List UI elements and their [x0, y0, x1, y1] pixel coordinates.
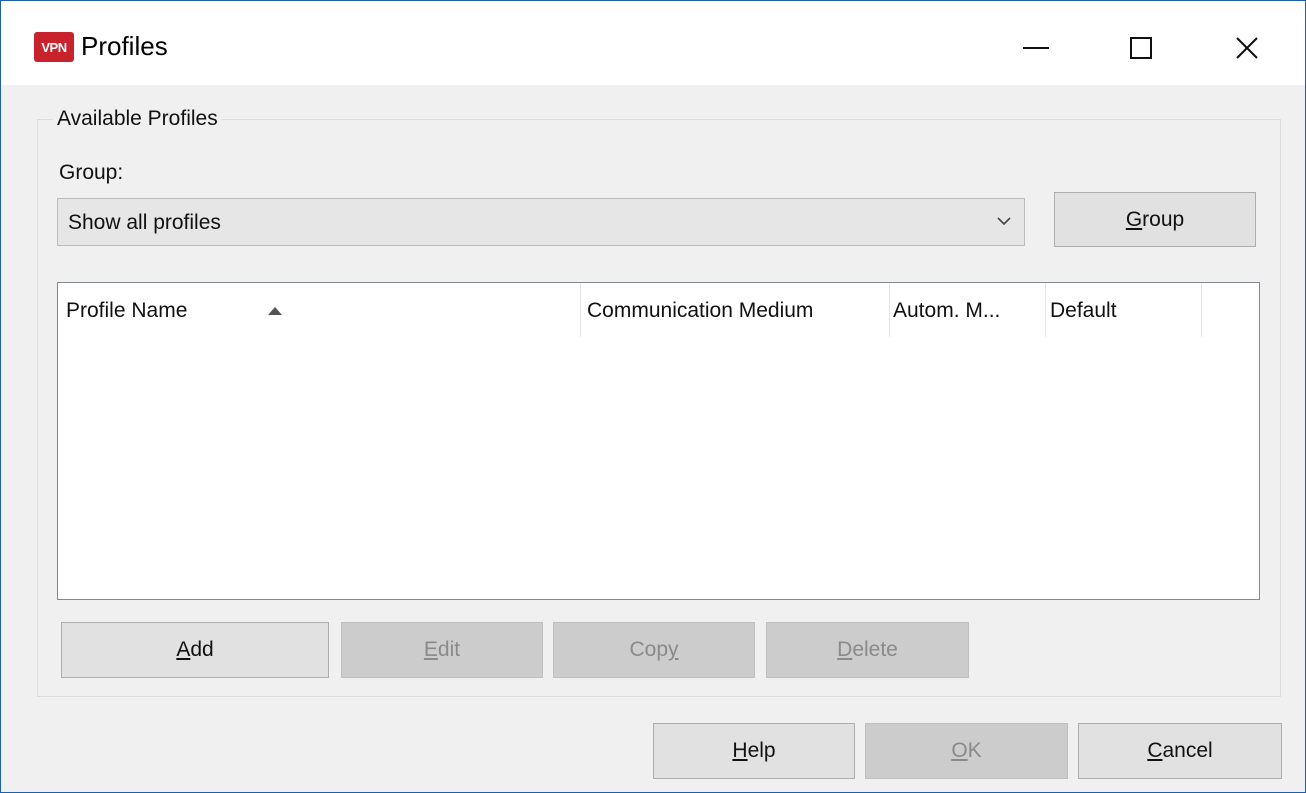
profiles-list[interactable]: Profile Name Communication Medium Autom.… [57, 282, 1260, 600]
list-header: Profile Name Communication Medium Autom.… [58, 283, 1259, 337]
delete-button-label: elete [852, 638, 898, 661]
close-icon [1236, 37, 1258, 59]
ok-button-label: K [967, 739, 982, 762]
group-select-value: Show all profiles [68, 211, 221, 234]
column-header-communication-medium[interactable]: Communication Medium [581, 283, 890, 337]
edit-button-mnemonic: E [423, 638, 438, 661]
vpn-app-icon: VPN [34, 32, 74, 62]
window-title: Profiles [81, 31, 168, 61]
help-button-label: elp [747, 739, 776, 762]
copy-button-label: Cop [629, 638, 669, 661]
add-button[interactable]: Add [61, 622, 329, 678]
column-header-label: Communication Medium [587, 299, 814, 322]
add-button-label: dd [190, 638, 214, 661]
ok-button-mnemonic: O [951, 739, 968, 762]
maximize-button[interactable] [1091, 15, 1191, 81]
delete-button[interactable]: Delete [766, 622, 969, 678]
chevron-down-icon [997, 217, 1011, 226]
column-header-label: Autom. M... [893, 299, 1001, 322]
title-bar[interactable]: VPN Profiles [1, 1, 1305, 85]
copy-button[interactable]: Copy [553, 622, 755, 678]
column-header-label: Profile Name [66, 299, 188, 322]
copy-button-mnemonic: y [668, 638, 679, 661]
group-button[interactable]: Group [1054, 192, 1256, 247]
available-profiles-title: Available Profiles [53, 107, 222, 131]
group-label: Group: [59, 161, 124, 184]
sort-ascending-icon [268, 307, 282, 315]
group-select[interactable]: Show all profiles [57, 198, 1025, 246]
column-header-default[interactable]: Default [1046, 283, 1202, 337]
add-button-mnemonic: A [176, 638, 191, 661]
minimize-icon [1023, 47, 1049, 49]
help-button-mnemonic: H [732, 739, 748, 762]
close-button[interactable] [1197, 15, 1297, 81]
column-header-profile-name[interactable]: Profile Name [58, 283, 581, 337]
edit-button-label: dit [437, 638, 461, 661]
maximize-icon [1130, 37, 1152, 59]
cancel-button-mnemonic: C [1147, 739, 1163, 762]
delete-button-mnemonic: D [837, 638, 853, 661]
ok-button[interactable]: OK [865, 723, 1068, 779]
minimize-button[interactable] [986, 15, 1086, 81]
help-button[interactable]: Help [653, 723, 855, 779]
cancel-button-label: ancel [1162, 739, 1213, 762]
column-header-autom[interactable]: Autom. M... [890, 283, 1046, 337]
group-button-label: roup [1142, 207, 1185, 231]
group-button-mnemonic: G [1125, 207, 1143, 231]
edit-button[interactable]: Edit [341, 622, 543, 678]
column-header-label: Default [1050, 299, 1117, 322]
profiles-dialog: VPN Profiles Available Profiles Group: S… [0, 0, 1306, 793]
cancel-button[interactable]: Cancel [1078, 723, 1282, 779]
